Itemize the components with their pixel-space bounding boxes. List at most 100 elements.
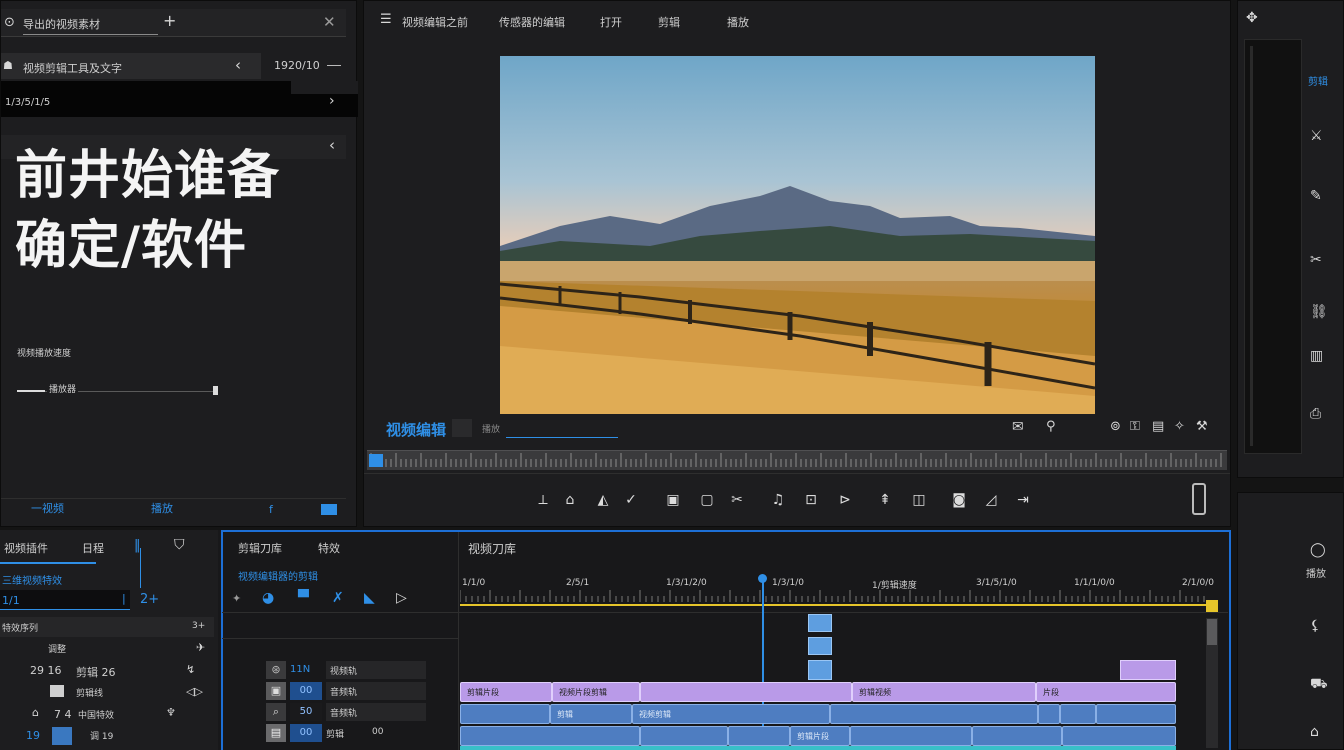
mic-icon[interactable]: ♆ bbox=[166, 707, 176, 718]
close-icon[interactable]: ✕ bbox=[323, 15, 336, 30]
bottom-item-2[interactable]: 播放 bbox=[151, 500, 173, 516]
time-ruler[interactable]: 1/1/0 2/5/1 1/3/1/2/0 1/3/1/0 1/剪辑速度 3/1… bbox=[460, 570, 1216, 606]
marker-icon[interactable]: ◣ bbox=[364, 591, 375, 605]
collapse-icon[interactable]: ‹ bbox=[329, 138, 335, 153]
clip[interactable] bbox=[640, 726, 728, 746]
check-icon[interactable]: ✓ bbox=[620, 489, 642, 511]
clip[interactable] bbox=[1060, 704, 1096, 724]
menu-item-2[interactable]: 传感器的编辑 bbox=[499, 14, 565, 30]
playhead-line[interactable] bbox=[762, 582, 764, 750]
clip[interactable] bbox=[728, 726, 790, 746]
track-header-1[interactable]: ⊛ 11N 视频轨 bbox=[222, 661, 458, 681]
expand-icon[interactable]: ⚒ bbox=[1196, 420, 1208, 433]
clip[interactable] bbox=[640, 682, 852, 702]
audio-icon[interactable]: ◁▷ bbox=[186, 686, 203, 697]
clip[interactable] bbox=[460, 726, 640, 746]
home-icon[interactable]: ⌂ bbox=[559, 489, 581, 511]
monitor-playhead[interactable] bbox=[369, 454, 383, 467]
drop-icon[interactable]: ◯ bbox=[1310, 543, 1326, 557]
export-icon[interactable] bbox=[321, 504, 337, 515]
path-bar[interactable]: ☗ 视频剪辑工具及文字 ‹ bbox=[1, 53, 261, 79]
scissors-icon[interactable]: ✂ bbox=[1310, 253, 1322, 267]
ripple-icon[interactable]: ✦ bbox=[232, 593, 241, 604]
clip[interactable] bbox=[830, 704, 1038, 724]
clip[interactable] bbox=[460, 704, 550, 724]
end-marker[interactable] bbox=[1206, 600, 1218, 612]
snapshot-icon[interactable]: ◫ bbox=[908, 489, 930, 511]
add-icon[interactable]: + bbox=[163, 13, 176, 29]
battery-meter[interactable] bbox=[1192, 483, 1206, 515]
clip-small-2[interactable] bbox=[808, 637, 832, 655]
arrow-icon[interactable]: ↯ bbox=[186, 664, 195, 675]
track-lock-icon[interactable]: ▤ bbox=[266, 724, 286, 742]
effects-row-5a[interactable]: 29 16 bbox=[30, 664, 62, 677]
effects-row-4[interactable]: 调整 bbox=[48, 642, 66, 655]
clip[interactable]: 剪辑视频 bbox=[852, 682, 1036, 702]
printer-icon[interactable]: ⎙ bbox=[1310, 407, 1321, 421]
menu-icon[interactable]: ☰ bbox=[380, 13, 392, 26]
clip[interactable]: 剪辑 bbox=[550, 704, 632, 724]
clip-small-1[interactable] bbox=[808, 614, 832, 632]
v-scrollbar-thumb[interactable] bbox=[1207, 619, 1217, 645]
meter-track[interactable] bbox=[1244, 39, 1302, 454]
clip-small-3[interactable] bbox=[808, 660, 832, 680]
crop-icon[interactable]: ⊡ bbox=[800, 489, 822, 511]
settings-icon[interactable]: ▤ bbox=[1152, 420, 1164, 433]
clip[interactable] bbox=[850, 726, 972, 746]
effects-row-6[interactable]: 剪辑线 bbox=[76, 686, 103, 699]
effects-input[interactable]: 1/1 | bbox=[0, 590, 130, 610]
track-header-3[interactable]: ⌕ 50 音频轨 bbox=[222, 703, 458, 723]
track-lock-icon[interactable]: ▣ bbox=[266, 682, 286, 700]
razor-icon[interactable]: ✗ bbox=[332, 591, 344, 605]
pin-icon[interactable]: ✈ bbox=[196, 642, 205, 653]
export-frame-icon[interactable]: ◙ bbox=[948, 489, 970, 511]
clip[interactable]: 视频片段剪辑 bbox=[552, 682, 640, 702]
step-forward-icon[interactable]: ⇥ bbox=[1012, 489, 1034, 511]
menu-item-3[interactable]: 打开 bbox=[600, 14, 622, 30]
work-area-bar[interactable] bbox=[460, 604, 1206, 606]
video-preview[interactable] bbox=[500, 56, 1095, 414]
clip-small-4[interactable] bbox=[1120, 660, 1176, 680]
lock-icon[interactable]: ⚿ bbox=[1130, 420, 1140, 433]
speed-icon[interactable]: ⊳ bbox=[834, 489, 856, 511]
chevron-left-icon[interactable]: ‹ bbox=[235, 58, 241, 73]
effects-count[interactable]: 2+ bbox=[140, 592, 159, 607]
menu-item-1[interactable]: 视频编辑之前 bbox=[402, 14, 468, 30]
lift-icon[interactable]: ⇞ bbox=[874, 489, 896, 511]
clip[interactable] bbox=[1038, 704, 1060, 724]
mark-in-icon[interactable]: ⟂ bbox=[532, 489, 554, 511]
shield-icon[interactable]: ⛉ bbox=[174, 538, 185, 552]
clip[interactable]: 剪辑片段 bbox=[460, 682, 552, 702]
clip[interactable] bbox=[1096, 704, 1176, 724]
menu-item-5[interactable]: 播放 bbox=[727, 14, 749, 30]
track-lock-icon[interactable]: ⌕ bbox=[266, 703, 286, 721]
effects-row-8a[interactable]: 19 bbox=[26, 729, 40, 742]
minus-icon[interactable] bbox=[327, 65, 341, 66]
slider-handle[interactable] bbox=[213, 386, 218, 395]
pin-icon[interactable]: ⚲ bbox=[1046, 420, 1056, 433]
bottom-item-3[interactable]: f bbox=[269, 503, 273, 516]
knife-icon[interactable]: ⚔ bbox=[1310, 129, 1323, 143]
mail-icon[interactable]: ✉ bbox=[1012, 420, 1024, 434]
move-icon[interactable]: ✥ bbox=[1246, 11, 1258, 25]
home-icon[interactable]: ⌂ bbox=[32, 707, 39, 718]
caption-icon[interactable]: ▣ bbox=[662, 489, 684, 511]
monitor-scrubber[interactable] bbox=[367, 450, 1227, 470]
menu-item-4[interactable]: 剪辑 bbox=[658, 14, 680, 30]
track-lock-icon[interactable]: ⊛ bbox=[266, 661, 286, 679]
track-header-2[interactable]: ▣ 00 音频轨 bbox=[222, 682, 458, 702]
effects-row-7a[interactable]: 7 4 bbox=[54, 708, 72, 721]
ramp-icon[interactable]: ◭ bbox=[592, 489, 614, 511]
clip[interactable] bbox=[972, 726, 1062, 746]
clip[interactable]: 剪辑片段 bbox=[790, 726, 850, 746]
project-tab[interactable]: ⊙ 导出的视频素材 + ✕ bbox=[1, 9, 346, 37]
audio-icon[interactable]: ♫ bbox=[767, 489, 789, 511]
camera-icon[interactable]: ⊚ bbox=[1110, 420, 1121, 433]
frame-icon[interactable]: ▢ bbox=[696, 489, 718, 511]
magnet-icon[interactable]: ◕ bbox=[262, 591, 274, 605]
clip[interactable]: 视频剪辑 bbox=[632, 704, 830, 724]
effects-row-3[interactable]: 特效序列 3+ bbox=[0, 617, 214, 637]
grid-icon[interactable]: ▥ bbox=[1310, 349, 1323, 363]
bottom-item-1[interactable]: 一视频 bbox=[31, 500, 64, 516]
chevron-right-icon[interactable]: › bbox=[329, 94, 335, 108]
